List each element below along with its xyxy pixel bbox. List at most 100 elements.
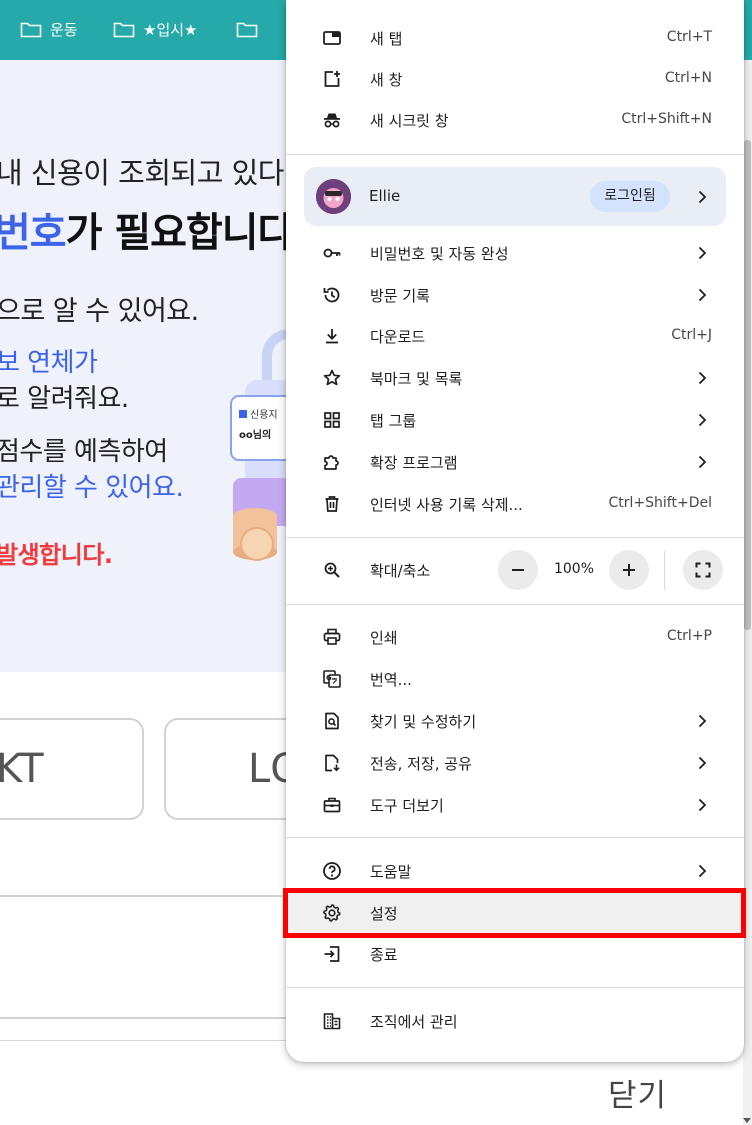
- trash-icon: [325, 496, 339, 512]
- menu-divider: [286, 154, 744, 155]
- menu-item-label: 도구 더보기: [370, 797, 444, 815]
- menu-item-history[interactable]: 방문 기록: [286, 275, 744, 315]
- zoom-out-button[interactable]: [498, 550, 538, 590]
- menu-item-label: 새 시크릿 창: [370, 112, 449, 130]
- signed-in-badge: 로그인됨: [590, 181, 670, 212]
- carrier-kt-label: KT: [0, 746, 44, 792]
- menu-item-extensions[interactable]: 확장 프로그램: [286, 442, 744, 482]
- help-icon: [323, 862, 341, 880]
- zoom-in-button[interactable]: [609, 550, 649, 590]
- carrier-kt-button[interactable]: KT: [0, 718, 144, 820]
- hero-headline: 번호가 필요합니다: [0, 200, 295, 258]
- chevron-right-icon: [698, 864, 707, 878]
- menu-item-label: 확장 프로그램: [370, 454, 458, 472]
- incognito-icon: [324, 113, 340, 128]
- menu-item-label: 탭 그룹: [370, 412, 417, 430]
- menu-item-downloads[interactable]: 다운로드 Ctrl+J: [286, 316, 744, 356]
- page-input-box[interactable]: [0, 895, 310, 1019]
- new-window-icon: [324, 71, 340, 87]
- menu-item-label: 종료: [370, 946, 398, 964]
- menu-item-help[interactable]: 도움말: [286, 851, 744, 891]
- menu-item-passwords[interactable]: 비밀번호 및 자동 완성: [286, 233, 744, 273]
- print-icon: [323, 628, 341, 645]
- illus-text: 신용지: [250, 409, 278, 421]
- folder-icon: [113, 22, 135, 37]
- chevron-right-icon: [698, 190, 707, 204]
- hero-warning: 발생합니다.: [0, 541, 113, 569]
- menu-item-new-tab[interactable]: 새 탭 Ctrl+T: [286, 18, 744, 58]
- new-tab-icon: [323, 31, 341, 45]
- menu-item-exit[interactable]: 종료: [286, 934, 744, 974]
- settings-highlight-box: [283, 888, 746, 938]
- avatar: [316, 179, 351, 214]
- hero-line: 로 알려줘요.: [0, 384, 129, 414]
- menu-item-more-tools[interactable]: 도구 더보기: [286, 785, 744, 825]
- folder-icon: [20, 22, 42, 37]
- menu-item-translate[interactable]: G 번역...: [286, 659, 744, 699]
- close-button[interactable]: 닫기: [608, 1070, 667, 1115]
- history-icon: [323, 287, 340, 303]
- menu-item-label: 번역...: [370, 671, 412, 689]
- hero-headline-rest: 가 필요합니다: [65, 210, 295, 256]
- scrollbar-thumb[interactable]: [744, 140, 751, 630]
- menu-item-clear-browsing-data[interactable]: 인터넷 사용 기록 삭제... Ctrl+Shift+Del: [286, 484, 744, 524]
- zoom-level: 100%: [553, 561, 595, 577]
- menu-item-label: 찾기 및 수정하기: [370, 713, 477, 731]
- star-icon: [323, 369, 341, 386]
- menu-item-managed-by-org[interactable]: 조직에서 관리: [286, 1001, 744, 1041]
- plus-icon: [623, 564, 635, 576]
- building-icon: [323, 1013, 341, 1030]
- hero-line: 관리할 수 있어요.: [0, 473, 184, 503]
- avatar-image: [316, 179, 351, 214]
- exit-icon: [324, 946, 340, 962]
- scroll-down-arrow-icon[interactable]: [743, 1118, 751, 1123]
- hero-line: 보 연체가: [0, 348, 98, 378]
- page-scrollbar[interactable]: [743, 60, 752, 1125]
- menu-item-label: 비밀번호 및 자동 완성: [370, 245, 509, 263]
- menu-item-find-edit[interactable]: 찾기 및 수정하기: [286, 701, 744, 741]
- menu-item-label: 북마크 및 목록: [370, 370, 463, 388]
- menu-item-shortcut: Ctrl+Shift+N: [621, 111, 712, 127]
- fullscreen-button[interactable]: [683, 550, 723, 590]
- menu-item-shortcut: Ctrl+P: [666, 628, 712, 644]
- menu-item-tab-groups[interactable]: 탭 그룹: [286, 400, 744, 440]
- menu-divider: [286, 837, 744, 838]
- hero-highlight: 번호: [0, 210, 67, 256]
- chevron-right-icon: [698, 246, 707, 260]
- menu-item-label: 방문 기록: [370, 287, 430, 305]
- menu-item-label: 인쇄: [370, 629, 398, 647]
- menu-item-incognito[interactable]: 새 시크릿 창 Ctrl+Shift+N: [286, 100, 744, 140]
- menu-item-cast-save-share[interactable]: 전송, 저장, 공유: [286, 743, 744, 783]
- menu-item-new-window[interactable]: 새 창 Ctrl+N: [286, 59, 744, 99]
- fullscreen-icon: [695, 562, 711, 578]
- menu-item-shortcut: Ctrl+Shift+Del: [608, 495, 712, 511]
- minus-icon: [512, 569, 524, 571]
- svg-text:G: G: [326, 674, 332, 682]
- chevron-right-icon: [698, 288, 707, 302]
- chevron-right-icon: [698, 756, 707, 770]
- menu-item-shortcut: Ctrl+N: [664, 70, 712, 86]
- menu-item-print[interactable]: 인쇄 Ctrl+P: [286, 617, 744, 657]
- chevron-right-icon: [698, 413, 707, 427]
- bookmark-folder-3[interactable]: [236, 18, 266, 40]
- menu-item-label: 확대/축소: [370, 562, 431, 580]
- divider: [0, 1040, 320, 1041]
- menu-item-bookmarks[interactable]: 북마크 및 목록: [286, 358, 744, 398]
- zoom-separator: [664, 551, 665, 590]
- menu-item-label: 도움말: [370, 863, 412, 881]
- menu-divider: [286, 604, 744, 605]
- grid-icon: [324, 412, 340, 428]
- profile-row[interactable]: Ellie 로그인됨: [304, 167, 726, 226]
- bookmark-folder-admission[interactable]: ★입시★: [113, 18, 198, 40]
- bookmark-folder-exercise[interactable]: 운동: [20, 18, 78, 40]
- hero-line: 내 신용이 조회되고 있다: [0, 156, 284, 190]
- folder-icon: [236, 22, 258, 37]
- menu-item-label: 조직에서 관리: [370, 1013, 458, 1031]
- chevron-right-icon: [698, 455, 707, 469]
- toolbox-icon: [323, 797, 341, 813]
- illus-text: oo님의: [239, 428, 271, 441]
- profile-name: Ellie: [369, 187, 401, 205]
- key-icon: [323, 248, 341, 258]
- menu-item-shortcut: Ctrl+T: [666, 29, 712, 45]
- menu-item-label: 다운로드: [370, 328, 426, 346]
